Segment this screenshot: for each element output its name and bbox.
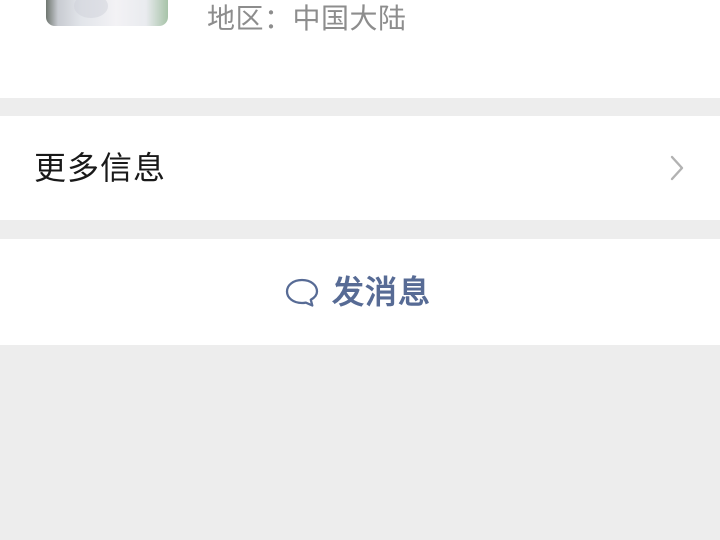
send-message-label: 发消息 xyxy=(332,273,432,311)
profile-summary-card: 地区：中国大陆 xyxy=(0,0,720,98)
avatar[interactable] xyxy=(46,0,168,26)
more-info-label: 更多信息 xyxy=(34,149,167,187)
region-text: 地区：中国大陆 xyxy=(207,2,407,35)
send-message-button[interactable]: 发消息 xyxy=(0,239,720,345)
chat-bubble-icon xyxy=(285,278,319,307)
contact-profile-screen: 地区：中国大陆 更多信息 发消息 xyxy=(0,0,720,540)
chevron-right-icon xyxy=(670,155,684,181)
send-message-content: 发消息 xyxy=(284,268,431,316)
more-info-row[interactable]: 更多信息 xyxy=(0,116,720,220)
